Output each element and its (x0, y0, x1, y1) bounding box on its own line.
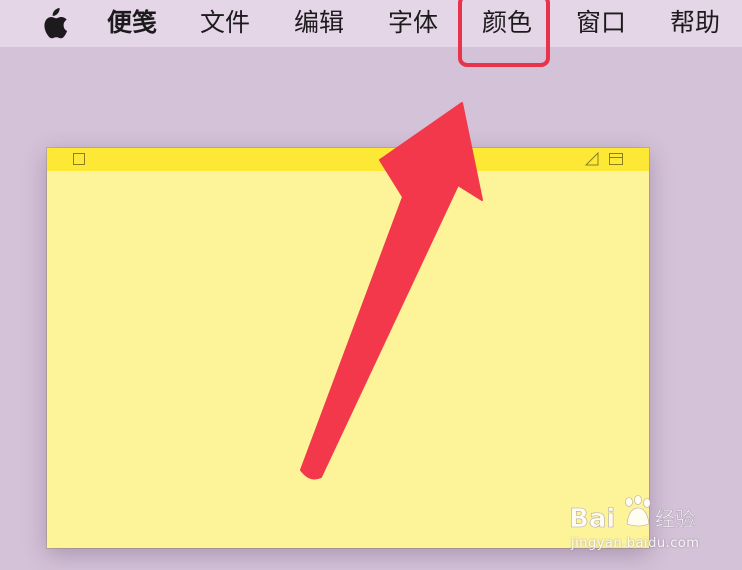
arrow-annotation (300, 102, 483, 480)
watermark-url: jingyan.baidu.com (571, 536, 700, 551)
baidu-paw-logo-icon: Bai 经验 (569, 495, 695, 534)
baidu-watermark: Bai 经验 jingyan.baidu.com (567, 494, 707, 558)
svg-text:Bai: Bai (569, 504, 615, 534)
watermark-logo-text: 经验 (655, 507, 695, 531)
